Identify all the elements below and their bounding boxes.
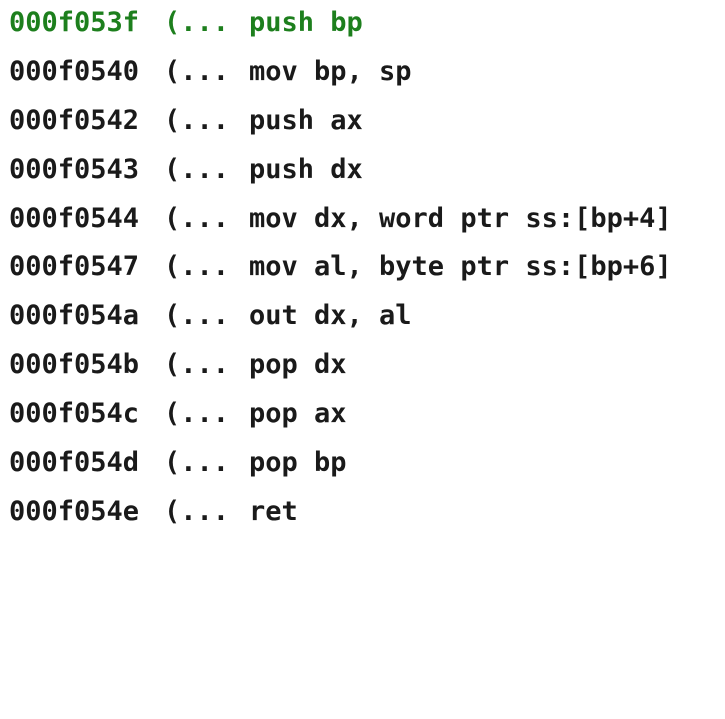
disassembly-listing: 000f053f (... push bp 000f0540 (... mov … <box>9 0 725 527</box>
instruction-text: mov bp, sp <box>249 55 412 87</box>
collapsed-bytes-marker: (... <box>164 55 230 87</box>
instruction-text: pop ax <box>249 398 347 430</box>
disassembly-row[interactable]: 000f0543 (... push dx <box>9 147 725 196</box>
instruction-address: 000f054c <box>9 398 140 430</box>
instruction-text: mov al, byte ptr ss:[bp+6] <box>249 251 672 283</box>
collapsed-bytes-marker: (... <box>164 495 230 527</box>
instruction-address: 000f0547 <box>9 251 140 283</box>
disassembly-row[interactable]: 000f054d (... pop bp <box>9 440 725 489</box>
instruction-text: push bp <box>249 7 363 38</box>
instruction-text: ret <box>249 495 298 527</box>
instruction-address: 000f0543 <box>9 153 140 185</box>
disassembly-row[interactable]: 000f054c (... pop ax <box>9 391 725 440</box>
instruction-address: 000f0540 <box>9 55 140 87</box>
instruction-address: 000f0544 <box>9 202 140 234</box>
instruction-address: 000f054e <box>9 495 140 527</box>
instruction-address: 000f054a <box>9 300 140 332</box>
collapsed-bytes-marker: (... <box>164 300 230 332</box>
disassembly-row-current[interactable]: 000f053f (... push bp <box>9 0 725 49</box>
instruction-text: out dx, al <box>249 300 412 332</box>
instruction-address: 000f054b <box>9 349 140 381</box>
disassembly-row[interactable]: 000f0540 (... mov bp, sp <box>9 49 725 98</box>
disassembly-row[interactable]: 000f054b (... pop dx <box>9 342 725 391</box>
instruction-address: 000f0542 <box>9 104 140 136</box>
disassembly-row[interactable]: 000f0547 (... mov al, byte ptr ss:[bp+6] <box>9 244 725 293</box>
instruction-address: 000f053f <box>9 7 140 38</box>
collapsed-bytes-marker: (... <box>164 202 230 234</box>
collapsed-bytes-marker: (... <box>164 349 230 381</box>
instruction-text: push dx <box>249 153 363 185</box>
collapsed-bytes-marker: (... <box>164 398 230 430</box>
collapsed-bytes-marker: (... <box>164 251 230 283</box>
collapsed-bytes-marker: (... <box>164 447 230 479</box>
collapsed-bytes-marker: (... <box>164 104 230 136</box>
instruction-text: push ax <box>249 104 363 136</box>
collapsed-bytes-marker: (... <box>164 153 230 185</box>
instruction-text: pop dx <box>249 349 347 381</box>
instruction-text: pop bp <box>249 447 347 479</box>
collapsed-bytes-marker: (... <box>164 7 230 38</box>
instruction-address: 000f054d <box>9 447 140 479</box>
disassembly-row[interactable]: 000f054e (... ret <box>9 489 725 538</box>
instruction-text: mov dx, word ptr ss:[bp+4] <box>249 202 672 234</box>
disassembly-row[interactable]: 000f0542 (... push ax <box>9 98 725 147</box>
disassembly-row[interactable]: 000f054a (... out dx, al <box>9 293 725 342</box>
disassembly-row[interactable]: 000f0544 (... mov dx, word ptr ss:[bp+4] <box>9 196 725 245</box>
